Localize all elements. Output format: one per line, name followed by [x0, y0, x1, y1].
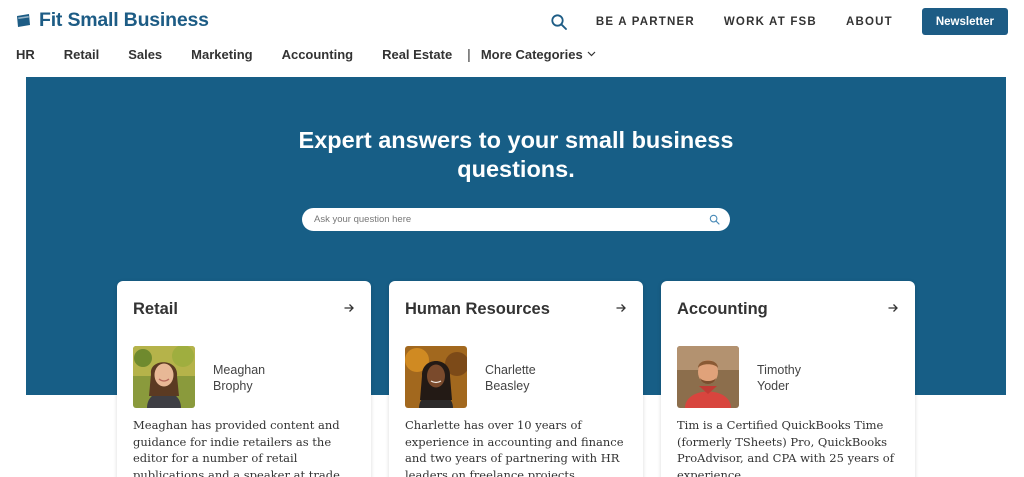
- nav-item-retail[interactable]: Retail: [64, 47, 99, 62]
- be-a-partner-link[interactable]: BE A PARTNER: [596, 16, 695, 28]
- card-title: Retail: [133, 300, 178, 318]
- logo[interactable]: Fit Small Business: [15, 9, 209, 32]
- more-categories-label: More Categories: [480, 46, 583, 62]
- nav-item-sales[interactable]: Sales: [128, 47, 162, 62]
- arrow-right-icon[interactable]: [343, 302, 355, 314]
- nav-item-marketing[interactable]: Marketing: [191, 47, 252, 62]
- top-right-nav: BE A PARTNER WORK AT FSB ABOUT Newslette…: [550, 8, 1008, 35]
- nav-item-hr[interactable]: HR: [16, 47, 35, 62]
- expert-card-retail[interactable]: Retail Meaghan Brophy Meaghan has provid…: [117, 281, 371, 477]
- expert-name: Timothy Yoder: [757, 362, 857, 394]
- arrow-right-icon[interactable]: [887, 302, 899, 314]
- arrow-right-icon[interactable]: [615, 302, 627, 314]
- nav-item-accounting[interactable]: Accounting: [282, 47, 354, 62]
- expert-card-human-resources[interactable]: Human Resources Charlette Beasley Charle…: [389, 281, 643, 477]
- expert-last-name: Beasley: [485, 379, 530, 393]
- search-icon[interactable]: [709, 214, 720, 225]
- expert-first-name: Charlette: [485, 363, 536, 377]
- expert-avatar: [405, 346, 467, 408]
- newsletter-button[interactable]: Newsletter: [921, 8, 1008, 35]
- logo-mark-icon: [17, 13, 30, 27]
- expert-description: Meaghan has provided content and guidanc…: [133, 418, 340, 477]
- card-title: Accounting: [677, 300, 768, 318]
- question-search-input[interactable]: [314, 214, 709, 225]
- expert-description: Tim is a Certified QuickBooks Time (form…: [677, 418, 894, 477]
- logo-text: Fit Small Business: [39, 9, 209, 31]
- hero-title-line1: Expert answers to your small business: [298, 127, 734, 153]
- expert-first-name: Meaghan: [213, 363, 266, 377]
- expert-avatar: [133, 346, 195, 408]
- search-icon[interactable]: [550, 13, 568, 31]
- question-search-box: [302, 208, 730, 231]
- nav-item-real-estate[interactable]: Real Estate: [382, 47, 452, 62]
- card-title: Human Resources: [405, 300, 550, 318]
- about-link[interactable]: ABOUT: [846, 16, 893, 28]
- chevron-down-icon: [587, 51, 596, 57]
- expert-last-name: Yoder: [757, 379, 790, 393]
- expert-card-accounting[interactable]: Accounting Timothy Yoder Tim is a Certif…: [661, 281, 915, 477]
- hero-title: Expert answers to your small business qu…: [26, 126, 1006, 184]
- more-categories-dropdown[interactable]: More Categories: [481, 47, 596, 62]
- expert-first-name: Timothy: [757, 363, 801, 377]
- top-header: Fit Small Business BE A PARTNER WORK AT …: [0, 0, 1024, 42]
- expert-last-name: Brophy: [213, 379, 253, 393]
- expert-name: Meaghan Brophy: [213, 362, 313, 394]
- expert-description: Charlette has over 10 years of experienc…: [405, 418, 624, 477]
- hero-title-line2: questions.: [457, 156, 575, 182]
- expert-name: Charlette Beasley: [485, 362, 585, 394]
- expert-avatar: [677, 346, 739, 408]
- work-at-fsb-link[interactable]: WORK AT FSB: [724, 16, 817, 28]
- category-nav: HR Retail Sales Marketing Accounting Rea…: [16, 45, 596, 63]
- nav-separator: |: [467, 46, 471, 62]
